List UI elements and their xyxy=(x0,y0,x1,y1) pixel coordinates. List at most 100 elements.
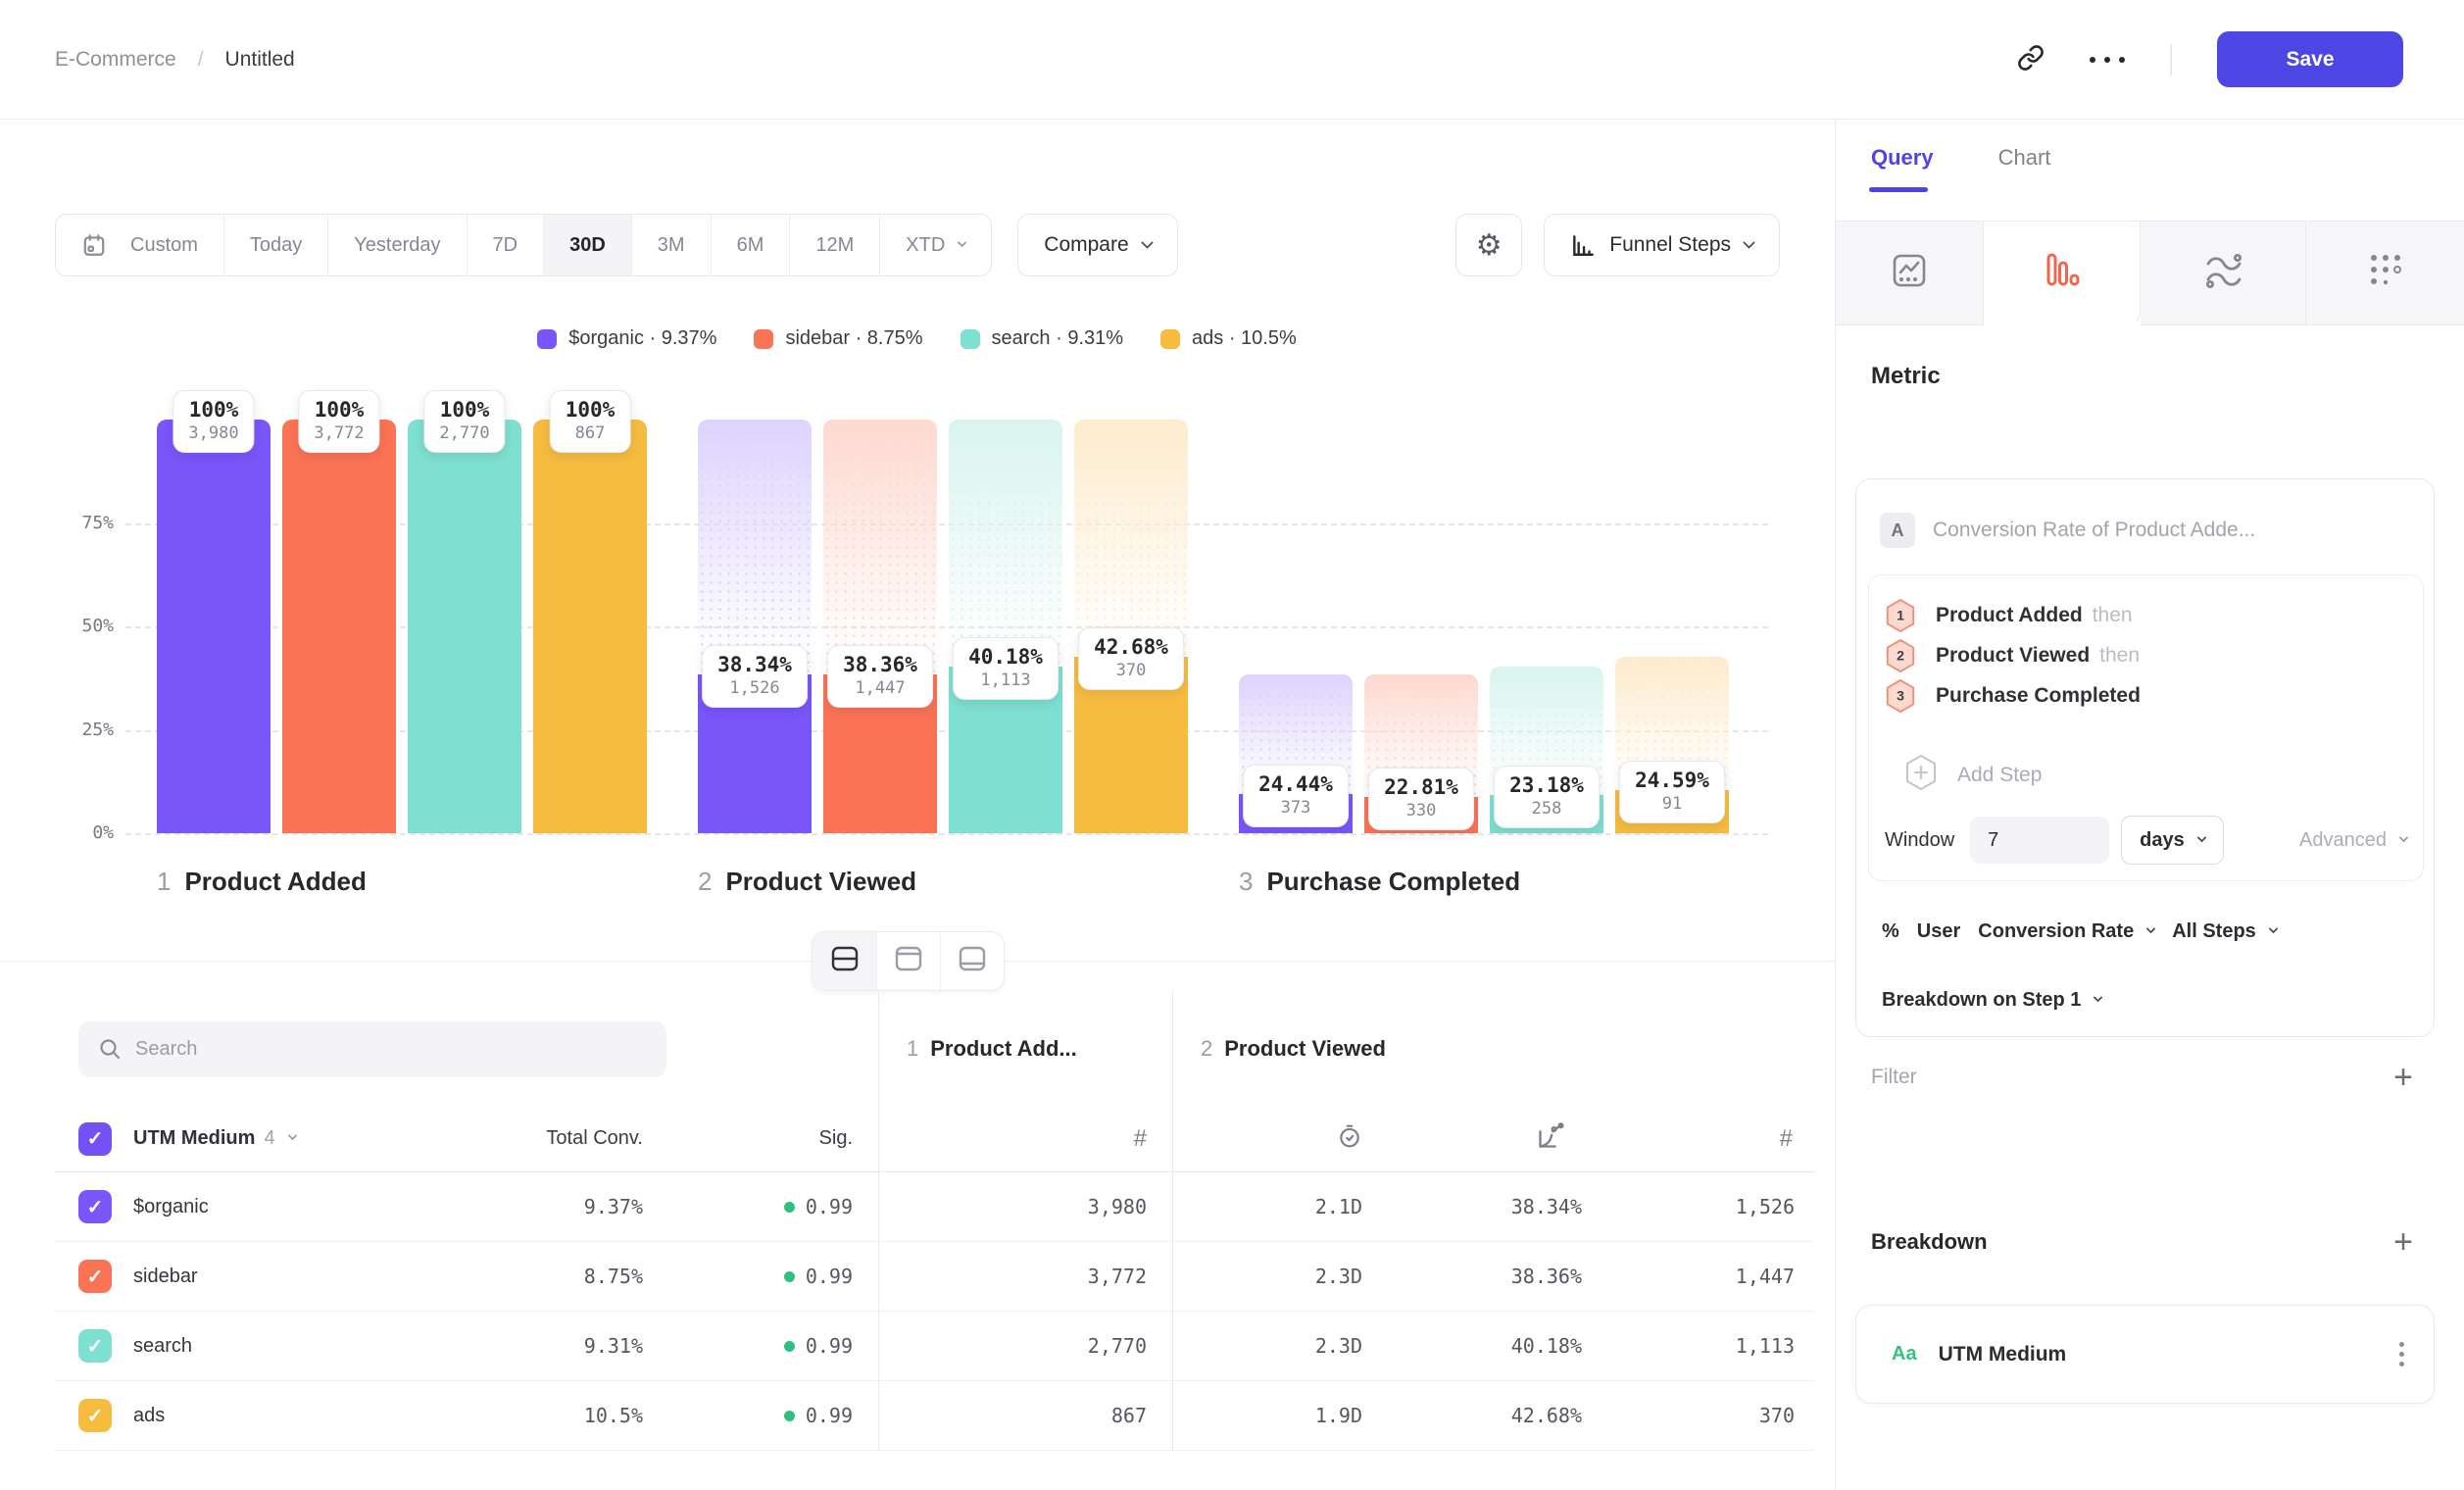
row-step2-time: 2.1D xyxy=(1172,1172,1372,1242)
funnel-step-row[interactable]: 1 Product Added then xyxy=(1885,595,2133,635)
sig-value: 0.99 xyxy=(806,1334,853,1358)
layout-table-only-button[interactable] xyxy=(940,932,1004,990)
row-step2-count: 1,113 xyxy=(1590,1312,1814,1381)
funnel-bar[interactable] xyxy=(408,420,521,833)
search-placeholder: Search xyxy=(135,1038,197,1061)
bar-pct: 24.59% xyxy=(1635,769,1709,792)
save-button[interactable]: Save xyxy=(2217,31,2403,87)
breakdown-on-step-selector[interactable]: Breakdown on Step 1 xyxy=(1882,989,2101,1012)
filter-label: Filter xyxy=(1871,1066,1917,1089)
step-then-label: then xyxy=(2099,644,2140,668)
svg-text:2: 2 xyxy=(1897,647,1904,663)
bar-pct: 42.68% xyxy=(1094,635,1168,659)
row-checkbox[interactable]: ✓ xyxy=(78,1399,112,1432)
total-conv-column-header[interactable]: Total Conv. xyxy=(413,1106,649,1172)
share-link-button[interactable] xyxy=(2017,44,2045,74)
bar-count: 373 xyxy=(1258,798,1333,818)
step-name: Product Viewed xyxy=(725,867,916,896)
chevron-down-icon xyxy=(287,1131,297,1141)
advanced-toggle[interactable]: Advanced xyxy=(2299,829,2407,852)
row-step1-count: 3,980 xyxy=(878,1172,1172,1242)
step-number: 3 xyxy=(1239,867,1253,896)
row-step2-pct: 40.18% xyxy=(1372,1312,1590,1381)
layout-chart-only-button[interactable] xyxy=(876,932,940,990)
step-hexagon-badge: 2 xyxy=(1885,638,1916,673)
insights-chart-tab[interactable] xyxy=(1836,222,1984,325)
measure-type-selector[interactable]: Conversion Rate xyxy=(1978,920,2134,943)
row-name: $organic xyxy=(133,1196,209,1218)
step-event-name: Product Added xyxy=(1936,604,2083,627)
retention-chart-tab[interactable] xyxy=(2141,222,2306,325)
row-checkbox[interactable]: ✓ xyxy=(78,1329,112,1363)
bar-pct: 100% xyxy=(566,398,616,422)
funnel-bars-icon xyxy=(2041,249,2084,297)
filter-section: Filter + xyxy=(1871,1061,2413,1094)
kebab-menu-icon[interactable] xyxy=(2399,1342,2404,1366)
step-label: 2Product Viewed xyxy=(698,867,916,897)
bar-pct: 38.34% xyxy=(717,653,792,676)
number-icon: # xyxy=(1780,1125,1793,1153)
row-step2-time: 2.3D xyxy=(1172,1312,1372,1381)
funnel-chart: 0%25%50%75%100%3,980100%3,772100%2,77010… xyxy=(0,0,1834,980)
significance-dot xyxy=(784,1411,795,1421)
funnel-bar[interactable] xyxy=(533,420,647,833)
table-step2-header[interactable]: 2 Product Viewed xyxy=(1172,992,1814,1106)
funnel-step-row[interactable]: 2Product Viewedthen xyxy=(1885,635,2140,675)
layout-split-button[interactable] xyxy=(813,932,876,990)
bar-count: 1,447 xyxy=(843,678,917,698)
bar-count: 867 xyxy=(566,423,616,443)
steps-scope-selector[interactable]: All Steps xyxy=(2172,920,2256,943)
y-axis-tick: 0% xyxy=(39,822,114,843)
table-step1-header[interactable]: 1 Product Add... xyxy=(878,992,1172,1106)
search-input[interactable]: Search xyxy=(78,1021,666,1077)
bar-value-label: 100%3,772 xyxy=(298,390,379,453)
funnels-chart-tab[interactable] xyxy=(1984,222,2141,325)
metric-name[interactable]: Conversion Rate of Product Adde... xyxy=(1933,519,2255,542)
step2-count-column-header[interactable]: # xyxy=(1590,1106,1814,1172)
step1-count-column-header[interactable]: # xyxy=(878,1106,1172,1172)
funnel-step-row[interactable]: 3Purchase Completed xyxy=(1885,675,2141,716)
tab-chart[interactable]: Chart xyxy=(1998,145,2051,192)
group-by-label[interactable]: UTM Medium xyxy=(133,1127,255,1150)
breakdown-property-name: UTM Medium xyxy=(1939,1343,2067,1366)
add-filter-button[interactable]: + xyxy=(2393,1061,2413,1094)
funnel-bar[interactable] xyxy=(282,420,396,833)
funnel-bar[interactable] xyxy=(157,420,271,833)
window-value-input[interactable] xyxy=(1970,817,2109,864)
funnel-ghost-bar xyxy=(823,420,937,674)
row-checkbox[interactable]: ✓ xyxy=(78,1260,112,1293)
tab-query[interactable]: Query xyxy=(1871,145,1934,192)
flows-chart-tab[interactable] xyxy=(2306,222,2464,325)
more-menu-button[interactable] xyxy=(2090,57,2125,63)
sig-value: 0.99 xyxy=(806,1195,853,1218)
select-all-checkbox[interactable]: ✓ xyxy=(78,1122,112,1156)
table-group-header: ✓ UTM Medium 4 xyxy=(55,1106,413,1172)
bottom-view-icon xyxy=(959,946,986,976)
step-then-label: then xyxy=(2093,604,2133,627)
window-unit-select[interactable]: days xyxy=(2121,816,2224,865)
breakdown-property-card[interactable]: Aa UTM Medium xyxy=(1855,1305,2435,1404)
sig-column-header[interactable]: Sig. xyxy=(649,1106,878,1172)
bar-count: 91 xyxy=(1635,794,1709,814)
add-breakdown-button[interactable]: + xyxy=(2393,1225,2413,1259)
link-icon xyxy=(2017,44,2045,74)
add-step-button[interactable]: Add Step xyxy=(1885,754,2042,797)
svg-text:3: 3 xyxy=(1897,687,1904,703)
row-sig: 0.99 xyxy=(649,1172,878,1242)
number-icon: # xyxy=(1134,1125,1147,1153)
insights-icon xyxy=(1888,249,1931,297)
bar-pct: 100% xyxy=(314,398,364,422)
bar-value-label: 100%2,770 xyxy=(423,390,505,453)
step2-time-column-header[interactable] xyxy=(1172,1106,1372,1172)
active-tab-underline xyxy=(1869,187,1928,192)
row-step2-pct: 38.36% xyxy=(1372,1242,1590,1312)
entity-selector[interactable]: User xyxy=(1917,920,1960,943)
metric-letter-badge: A xyxy=(1880,513,1915,548)
topbar-divider xyxy=(2170,44,2172,75)
svg-text:1: 1 xyxy=(1897,607,1904,622)
funnel-ghost-bar xyxy=(1074,420,1188,657)
step2-pct-column-header[interactable] xyxy=(1372,1106,1590,1172)
panel-tabs: Query Chart xyxy=(1871,145,2050,192)
row-checkbox[interactable]: ✓ xyxy=(78,1190,112,1223)
bar-value-label: 23.18%258 xyxy=(1494,766,1600,828)
